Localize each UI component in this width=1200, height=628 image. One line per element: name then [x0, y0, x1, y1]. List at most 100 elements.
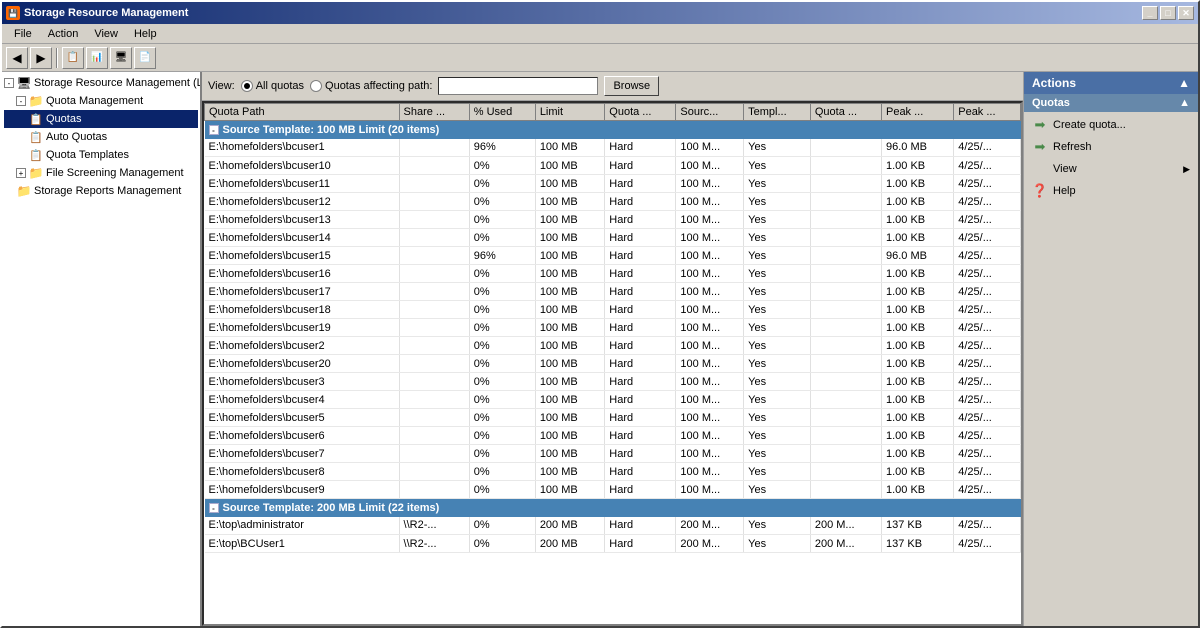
- table-row[interactable]: E:\homefolders\bcuser200%100 MBHard100 M…: [205, 355, 1021, 373]
- tree-item-quota-templates[interactable]: 📋 Quota Templates: [4, 146, 198, 164]
- folder-icon-quota-mgmt: 📁: [28, 93, 44, 109]
- col-pct-used[interactable]: % Used: [469, 104, 535, 121]
- col-quota-path[interactable]: Quota Path: [205, 104, 400, 121]
- tree-item-quotas[interactable]: 📋 Quotas: [4, 110, 198, 128]
- action-help[interactable]: ❓ Help: [1024, 180, 1198, 202]
- computer-icon: 🖥: [16, 75, 32, 91]
- table-row[interactable]: E:\homefolders\bcuser60%100 MBHard100 M.…: [205, 427, 1021, 445]
- path-input[interactable]: [438, 77, 598, 95]
- cell-sourceTemplate: 100 M...: [676, 409, 744, 427]
- tree-item-file-screening[interactable]: + 📁 File Screening Management: [4, 164, 198, 182]
- col-peak-usage[interactable]: Peak ...: [881, 104, 953, 121]
- cell-sourceTemplate: 100 M...: [676, 445, 744, 463]
- expander-root[interactable]: -: [4, 78, 14, 88]
- table-row[interactable]: E:\homefolders\bcuser120%100 MBHard100 M…: [205, 193, 1021, 211]
- table-row[interactable]: E:\homefolders\bcuser130%100 MBHard100 M…: [205, 211, 1021, 229]
- help-icon: ❓: [1032, 183, 1048, 199]
- table-row[interactable]: E:\homefolders\bcuser40%100 MBHard100 M.…: [205, 391, 1021, 409]
- table-group-header[interactable]: -Source Template: 100 MB Limit (20 items…: [205, 121, 1021, 139]
- action-create-quota[interactable]: ➡ Create quota...: [1024, 114, 1198, 136]
- cell-peakUsage: 1.00 KB: [881, 283, 953, 301]
- cell-peakDate: 4/25/...: [954, 247, 1021, 265]
- col-limit[interactable]: Limit: [535, 104, 604, 121]
- action-view[interactable]: View ▶: [1024, 158, 1198, 180]
- expander-file-screening[interactable]: +: [16, 168, 26, 178]
- cell-pctUsed: 0%: [469, 409, 535, 427]
- cell-shareName: \\R2-...: [399, 517, 469, 535]
- table-row[interactable]: E:\homefolders\bcuser70%100 MBHard100 M.…: [205, 445, 1021, 463]
- cell-sourceTemplate: 100 M...: [676, 481, 744, 499]
- radio-path[interactable]: Quotas affecting path:: [310, 80, 432, 92]
- cell-limit: 200 MB: [535, 535, 604, 553]
- maximize-button[interactable]: □: [1160, 6, 1176, 20]
- table-group-header[interactable]: -Source Template: 200 MB Limit (22 items…: [205, 499, 1021, 517]
- table-row[interactable]: E:\top\administrator\\R2-...0%200 MBHard…: [205, 517, 1021, 535]
- actions-section-collapse-icon[interactable]: ▲: [1179, 97, 1190, 109]
- folder-icon-storage-reports: 📁: [16, 183, 32, 199]
- radio-all-quotas[interactable]: All quotas: [241, 80, 304, 92]
- tree-item-storage-reports[interactable]: 📁 Storage Reports Management: [4, 182, 198, 200]
- actions-collapse-icon[interactable]: ▲: [1178, 76, 1190, 90]
- browse-button[interactable]: Browse: [604, 76, 659, 96]
- group-minus-icon[interactable]: -: [209, 503, 219, 513]
- radio-btn-all[interactable]: [241, 80, 253, 92]
- table-row[interactable]: E:\homefolders\bcuser30%100 MBHard100 M.…: [205, 373, 1021, 391]
- table-row[interactable]: E:\homefolders\bcuser180%100 MBHard100 M…: [205, 301, 1021, 319]
- quota-table-container[interactable]: Quota Path Share ... % Used Limit Quota …: [202, 101, 1023, 626]
- cell-sourceTemplate: 100 M...: [676, 463, 744, 481]
- table-row[interactable]: E:\homefolders\bcuser190%100 MBHard100 M…: [205, 319, 1021, 337]
- actions-section-title: Quotas: [1032, 97, 1070, 109]
- toolbar-btn-4[interactable]: 📄: [134, 47, 156, 69]
- cell-quotaType: Hard: [605, 391, 676, 409]
- table-row[interactable]: E:\homefolders\bcuser160%100 MBHard100 M…: [205, 265, 1021, 283]
- cell-templateMatch: Yes: [744, 355, 811, 373]
- cell-limit: 100 MB: [535, 139, 604, 157]
- back-button[interactable]: ◀: [6, 47, 28, 69]
- minimize-button[interactable]: _: [1142, 6, 1158, 20]
- col-share-name[interactable]: Share ...: [399, 104, 469, 121]
- col-peak-date[interactable]: Peak ...: [954, 104, 1021, 121]
- tree-item-root[interactable]: - 🖥 Storage Resource Management (Lo: [4, 74, 198, 92]
- menu-file[interactable]: File: [6, 26, 40, 42]
- table-row[interactable]: E:\homefolders\bcuser1596%100 MBHard100 …: [205, 247, 1021, 265]
- cell-quotaStatus: [810, 355, 881, 373]
- close-button[interactable]: ✕: [1178, 6, 1194, 20]
- cell-quotaType: Hard: [605, 139, 676, 157]
- cell-limit: 100 MB: [535, 481, 604, 499]
- cell-peakDate: 4/25/...: [954, 391, 1021, 409]
- col-quota-type[interactable]: Quota ...: [605, 104, 676, 121]
- expander-quota-mgmt[interactable]: -: [16, 96, 26, 106]
- cell-quotaType: Hard: [605, 301, 676, 319]
- toolbar-btn-1[interactable]: 📋: [62, 47, 84, 69]
- forward-button[interactable]: ▶: [30, 47, 52, 69]
- action-refresh[interactable]: ➡ Refresh: [1024, 136, 1198, 158]
- radio-btn-path[interactable]: [310, 80, 322, 92]
- table-row[interactable]: E:\homefolders\bcuser50%100 MBHard100 M.…: [205, 409, 1021, 427]
- menu-help[interactable]: Help: [126, 26, 165, 42]
- cell-quotaType: Hard: [605, 373, 676, 391]
- toolbar-btn-3[interactable]: 🖥: [110, 47, 132, 69]
- table-row[interactable]: E:\homefolders\bcuser140%100 MBHard100 M…: [205, 229, 1021, 247]
- table-row[interactable]: E:\homefolders\bcuser20%100 MBHard100 M.…: [205, 337, 1021, 355]
- cell-quotaType: Hard: [605, 337, 676, 355]
- table-row[interactable]: E:\homefolders\bcuser110%100 MBHard100 M…: [205, 175, 1021, 193]
- cell-quotaPath: E:\homefolders\bcuser20: [205, 355, 400, 373]
- toolbar-btn-2[interactable]: 📊: [86, 47, 108, 69]
- col-quota-status[interactable]: Quota ...: [810, 104, 881, 121]
- col-template-match[interactable]: Templ...: [744, 104, 811, 121]
- table-row[interactable]: E:\homefolders\bcuser170%100 MBHard100 M…: [205, 283, 1021, 301]
- group-minus-icon[interactable]: -: [209, 125, 219, 135]
- col-source-template[interactable]: Sourc...: [676, 104, 744, 121]
- cell-peakDate: 4/25/...: [954, 265, 1021, 283]
- menu-view[interactable]: View: [86, 26, 126, 42]
- table-row[interactable]: E:\homefolders\bcuser90%100 MBHard100 M.…: [205, 481, 1021, 499]
- menu-action[interactable]: Action: [40, 26, 87, 42]
- table-row[interactable]: E:\top\BCUser1\\R2-...0%200 MBHard200 M.…: [205, 535, 1021, 553]
- cell-peakUsage: 1.00 KB: [881, 409, 953, 427]
- tree-item-auto-quotas[interactable]: 📋 Auto Quotas: [4, 128, 198, 146]
- table-row[interactable]: E:\homefolders\bcuser100%100 MBHard100 M…: [205, 157, 1021, 175]
- table-row[interactable]: E:\homefolders\bcuser80%100 MBHard100 M.…: [205, 463, 1021, 481]
- cell-quotaType: Hard: [605, 247, 676, 265]
- tree-item-quota-mgmt[interactable]: - 📁 Quota Management: [4, 92, 198, 110]
- table-row[interactable]: E:\homefolders\bcuser196%100 MBHard100 M…: [205, 139, 1021, 157]
